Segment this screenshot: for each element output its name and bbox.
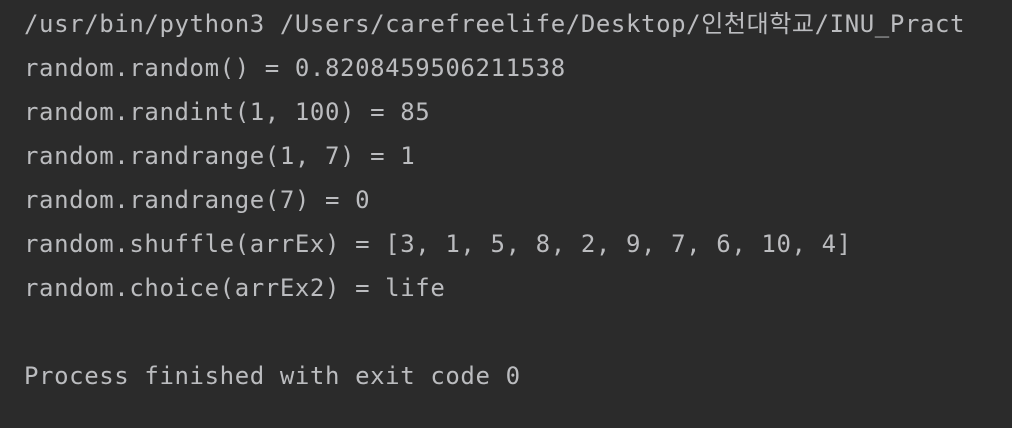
output-line-randrange-range: random.randrange(1, 7) = 1 (24, 142, 416, 170)
output-line-randrange-stop: random.randrange(7) = 0 (24, 186, 371, 214)
output-line-choice: random.choice(arrEx2) = life (24, 274, 446, 302)
process-exit-status: Process finished with exit code 0 (24, 362, 521, 390)
output-line-random: random.random() = 0.8208459506211538 (24, 54, 566, 82)
output-line-shuffle: random.shuffle(arrEx) = [3, 1, 5, 8, 2, … (24, 230, 852, 258)
run-console-output[interactable]: /usr/bin/python3 /Users/carefreelife/Des… (0, 0, 1012, 428)
output-line-randint: random.randint(1, 100) = 85 (24, 98, 431, 126)
command-line: /usr/bin/python3 /Users/carefreelife/Des… (24, 10, 966, 38)
